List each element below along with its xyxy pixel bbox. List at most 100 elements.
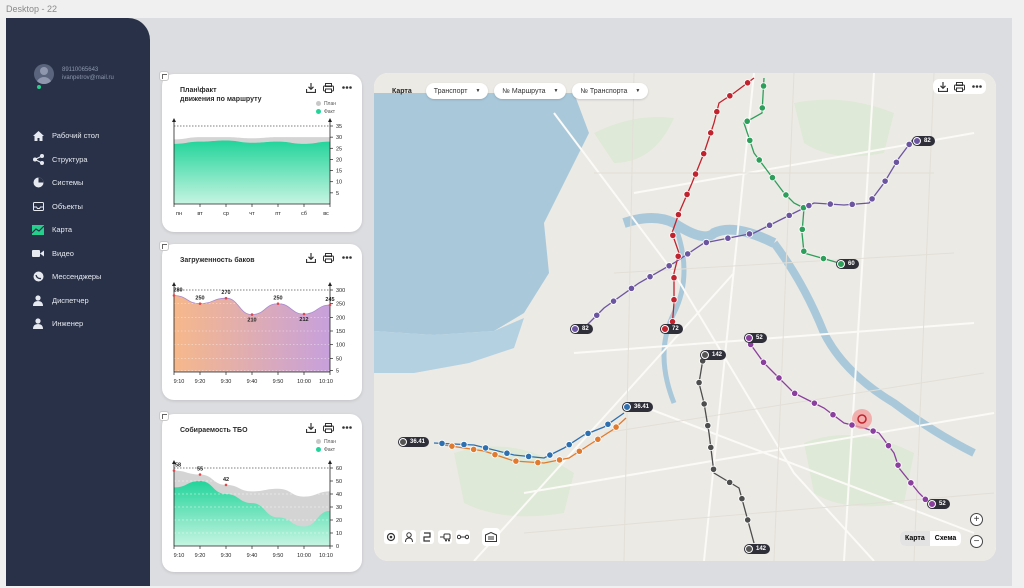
route-stop-marker xyxy=(684,250,692,258)
route-stop-marker xyxy=(665,262,673,270)
sidebar-item-objects[interactable]: Объекты xyxy=(32,195,101,219)
map-view-toggle: Карта Схема xyxy=(900,531,962,546)
data-label: 270 xyxy=(221,290,230,296)
tbo-collection-card: Собираемость ТБО План Факт 9:10 9:20 9:30 9… xyxy=(159,411,362,572)
route-label[interactable]: 60 xyxy=(836,259,859,269)
sidebar-item-dispatcher[interactable]: Диспетчер xyxy=(32,289,101,313)
print-icon[interactable] xyxy=(954,81,965,92)
route-label[interactable]: 82 xyxy=(570,324,593,334)
route-stop-marker xyxy=(759,82,768,90)
map-panel[interactable]: Карта Транспорт ▼ № Маршрута ▼ № Транспорт… xyxy=(374,73,996,561)
route-stop-marker xyxy=(785,211,793,219)
vehicle-number-filter-select[interactable]: № Транспорта ▼ xyxy=(572,83,649,99)
route-label[interactable]: 142 xyxy=(700,350,727,360)
route-label[interactable]: 82 xyxy=(912,136,935,146)
sidebar-item-label: Карта xyxy=(52,225,73,235)
map-canvas[interactable] xyxy=(374,73,996,561)
card-tools xyxy=(305,82,352,93)
y-tick-label: 10 xyxy=(336,180,342,186)
share-icon xyxy=(32,153,44,165)
route-stop-marker xyxy=(503,449,511,457)
print-icon[interactable] xyxy=(323,82,334,93)
y-tick-label: 5 xyxy=(336,191,339,197)
route-stop-marker xyxy=(674,211,683,219)
more-icon[interactable] xyxy=(341,422,352,433)
route-label[interactable]: 142 xyxy=(744,544,771,554)
download-icon[interactable] xyxy=(305,82,316,93)
route-swap-icon[interactable] xyxy=(420,530,434,544)
pie-chart-icon xyxy=(32,177,44,189)
expand-corner-icon[interactable] xyxy=(159,71,169,81)
route-stop-marker xyxy=(758,104,766,112)
sidebar-item-structure[interactable]: Структура xyxy=(32,148,101,172)
y-tick-label: 20 xyxy=(336,518,342,524)
y-tick-label: 300 xyxy=(336,288,345,294)
more-icon[interactable] xyxy=(341,252,352,263)
data-label: 250 xyxy=(273,296,282,302)
route-stop-marker xyxy=(829,411,837,419)
sidebar-item-label: Инженер xyxy=(52,319,84,329)
route-stop-marker xyxy=(612,423,620,431)
map-view-button[interactable]: Карта xyxy=(900,531,930,546)
settings-icon[interactable] xyxy=(384,530,398,544)
route-label[interactable]: 72 xyxy=(660,324,683,334)
print-icon[interactable] xyxy=(323,422,334,433)
data-label: 245 xyxy=(325,297,334,303)
route-points-icon[interactable] xyxy=(456,530,470,544)
card-tools xyxy=(305,252,352,263)
route-stop-marker xyxy=(534,458,542,467)
data-label: 58 xyxy=(175,463,181,469)
x-tick-label: чт xyxy=(249,211,255,217)
series-area xyxy=(174,140,330,204)
print-icon[interactable] xyxy=(323,252,334,263)
route-stop-marker xyxy=(755,156,763,164)
scheme-view-button[interactable]: Схема xyxy=(930,531,962,546)
zoom-in-button[interactable]: + xyxy=(970,513,983,526)
y-tick-label: 50 xyxy=(336,356,342,362)
route-stop-marker xyxy=(707,129,715,137)
route-label[interactable]: 52 xyxy=(927,499,950,509)
route-stop-marker xyxy=(724,234,732,242)
x-tick-label: сб xyxy=(301,211,307,217)
sidebar-item-video[interactable]: Видео xyxy=(32,242,101,266)
garage-icon[interactable] xyxy=(482,528,500,546)
route-stop-marker xyxy=(848,421,856,429)
route-number-filter-select[interactable]: № Маршрута ▼ xyxy=(494,83,567,99)
download-icon[interactable] xyxy=(305,422,316,433)
x-tick-label: вс xyxy=(323,211,329,217)
route-stop-marker xyxy=(907,479,915,487)
user-profile[interactable]: 89110065643 ivanpetrov@mail.ru xyxy=(34,64,114,84)
transport-filter-select[interactable]: Транспорт ▼ xyxy=(425,83,489,99)
download-icon[interactable] xyxy=(305,252,316,263)
expand-corner-icon[interactable] xyxy=(159,411,169,421)
driver-icon[interactable] xyxy=(402,530,416,544)
more-icon[interactable] xyxy=(341,82,352,93)
y-tick-label: 250 xyxy=(336,302,345,308)
card-tools xyxy=(305,422,352,433)
plan-fact-chart: пн вт ср чт пт сб вс 5 10 15 20 25 30 35 xyxy=(172,118,342,217)
sidebar-item-systems[interactable]: Системы xyxy=(32,171,101,195)
sidebar-item-messengers[interactable]: Мессенджеры xyxy=(32,265,101,289)
route-stop-marker xyxy=(746,136,754,145)
route-stop-marker xyxy=(448,442,456,450)
route-label[interactable]: 36.41 xyxy=(398,437,430,447)
zoom-out-button[interactable]: − xyxy=(970,535,983,548)
y-axis-arrow xyxy=(328,282,332,286)
sidebar-item-map[interactable]: Карта xyxy=(32,218,101,242)
user-phone: 89110065643 xyxy=(62,67,99,73)
route-stop-marker xyxy=(555,456,564,464)
download-icon[interactable] xyxy=(937,81,948,92)
frame-label: Desktop - 22 xyxy=(6,4,58,14)
expand-corner-icon[interactable] xyxy=(159,241,169,251)
y-tick-label: 25 xyxy=(336,146,342,152)
sidebar-item-engineer[interactable]: Инженер xyxy=(32,312,101,336)
sidebar-item-desktop[interactable]: Рабочий стол xyxy=(32,124,101,148)
card-title: Загруженность баков xyxy=(180,257,255,264)
vehicle-route-icon[interactable] xyxy=(438,530,452,544)
more-icon[interactable] xyxy=(971,81,982,92)
route-stop-marker xyxy=(759,358,768,366)
chevron-down-icon: ▼ xyxy=(635,88,641,94)
route-label[interactable]: 52 xyxy=(744,333,767,343)
route-label[interactable]: 36.41 xyxy=(622,402,654,412)
y-tick-label: 0 xyxy=(336,544,339,550)
